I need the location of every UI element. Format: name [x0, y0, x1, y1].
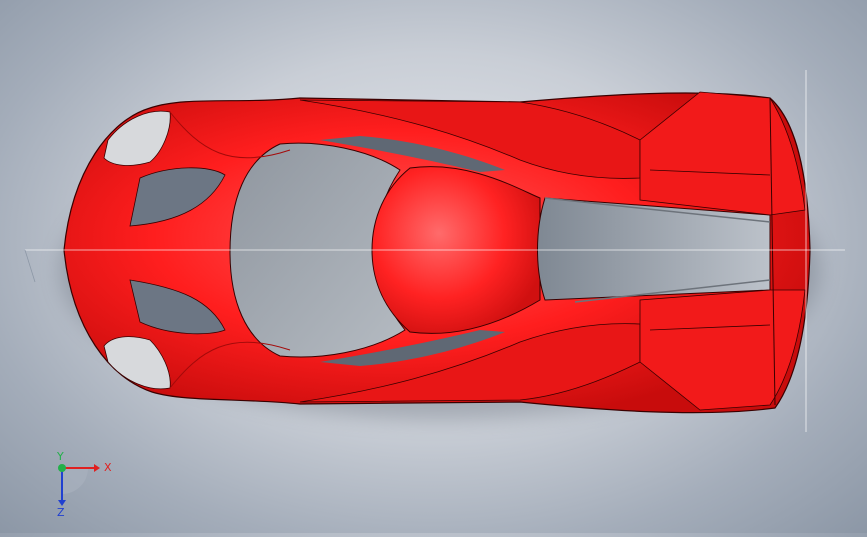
- reference-plane-corner: [24, 249, 36, 283]
- 3d-viewport[interactable]: [0, 0, 867, 533]
- car-model-view[interactable]: [0, 0, 867, 533]
- x-axis-arrowhead: [94, 464, 100, 472]
- z-axis-label: Z: [57, 506, 65, 519]
- triad-plane-indicator: [62, 468, 88, 494]
- y-axis-dot: [58, 464, 66, 472]
- coordinate-triad: X Y Z: [40, 450, 120, 520]
- x-axis-label: X: [104, 461, 112, 474]
- y-axis-label: Y: [56, 450, 64, 463]
- engine-bay: [537, 197, 771, 301]
